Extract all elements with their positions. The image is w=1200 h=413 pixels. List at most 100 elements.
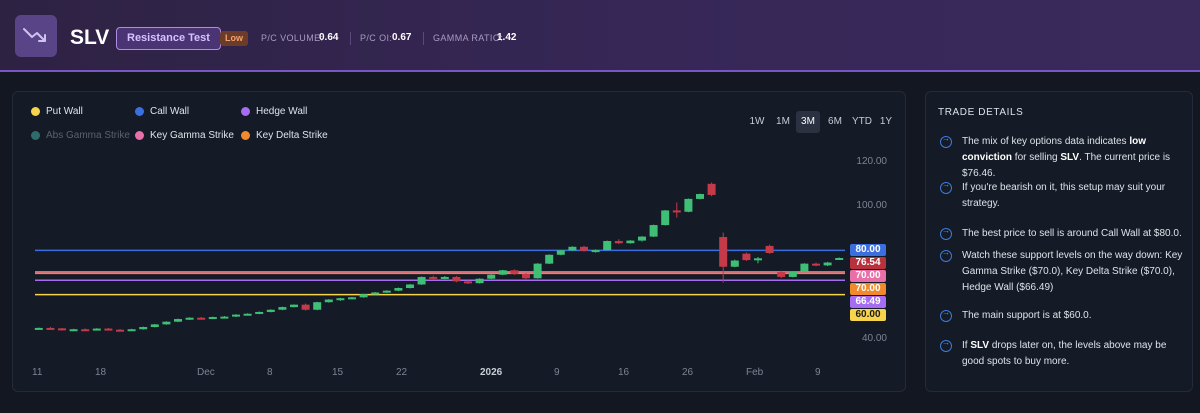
- ticker-symbol: SLV: [70, 26, 110, 49]
- candle: [197, 316, 206, 320]
- candle: [649, 224, 658, 238]
- trade-detail-text: Watch these support levels on the way do…: [962, 248, 1188, 296]
- timeframe-3m[interactable]: 3M: [796, 111, 820, 133]
- candle: [301, 303, 310, 311]
- detail-text: The best price to sell is around Call Wa…: [962, 228, 1182, 239]
- x-axis-label: 9: [554, 367, 560, 378]
- level-label-call-wall: 80.00: [850, 244, 886, 256]
- x-axis-label: 11: [32, 367, 43, 378]
- level-label-put-wall: 60.00: [850, 309, 886, 321]
- timeframe-1m[interactable]: 1M: [771, 111, 795, 133]
- candle: [69, 328, 78, 332]
- y-axis-label: 100.00: [856, 200, 887, 211]
- candle: [765, 244, 774, 254]
- candle: [788, 271, 797, 278]
- legend-abs-gamma-strike[interactable]: Abs Gamma Strike: [31, 130, 130, 141]
- candle: [417, 276, 426, 285]
- candle: [661, 209, 670, 226]
- timeframe-1y[interactable]: 1Y: [877, 111, 895, 133]
- detail-text: The mix of key options data indicates: [962, 136, 1130, 147]
- trade-detail-text: If you're bearish on it, this setup may …: [962, 180, 1188, 212]
- legend-key-gamma-strike[interactable]: Key Gamma Strike: [135, 130, 234, 141]
- level-label-hedge-wall: 66.49: [850, 296, 886, 308]
- detail-text: drops later on, the levels above may be …: [962, 340, 1167, 367]
- candle: [730, 259, 739, 268]
- candle: [382, 290, 391, 293]
- candle: [34, 327, 43, 330]
- candle: [290, 304, 298, 308]
- x-axis-label: 9: [815, 367, 821, 378]
- candle: [522, 272, 530, 280]
- candle: [58, 327, 66, 331]
- candle: [626, 240, 635, 244]
- trade-details-panel: TRADE DETAILS The mix of key options dat…: [925, 91, 1193, 392]
- legend-label: Key Gamma Strike: [150, 130, 234, 141]
- candle: [754, 256, 762, 264]
- ticker-header: SLV Resistance Test Low P/C VOLUME: 0.64…: [0, 0, 1200, 72]
- candle: [208, 316, 217, 320]
- legend-swatch: [31, 107, 40, 116]
- trade-detail-text: The mix of key options data indicates lo…: [962, 134, 1188, 182]
- legend-hedge-wall[interactable]: Hedge Wall: [241, 106, 307, 117]
- trade-detail-item: The best price to sell is around Call Wa…: [940, 226, 1188, 242]
- candle: [812, 262, 820, 267]
- candle: [707, 182, 716, 197]
- legend-label: Abs Gamma Strike: [46, 130, 130, 141]
- arrow-circle-icon: [940, 180, 952, 194]
- trade-detail-item: The main support is at $60.0.: [940, 308, 1188, 324]
- chart-panel: Put Wall Call Wall Hedge Wall Abs Gamma …: [12, 91, 906, 392]
- pc-oi-label: P/C OI:: [360, 33, 393, 43]
- candle: [371, 292, 380, 295]
- candle: [92, 328, 101, 331]
- trade-detail-text: The main support is at $60.0.: [962, 308, 1092, 324]
- trade-details-title: TRADE DETAILS: [938, 107, 1024, 118]
- candle: [638, 236, 646, 242]
- pc-volume-value: 0.64: [319, 32, 339, 43]
- candle: [185, 317, 194, 320]
- legend-put-wall[interactable]: Put Wall: [31, 106, 83, 117]
- trade-detail-text: If SLV drops later on, the levels above …: [962, 338, 1188, 370]
- legend-swatch: [241, 131, 250, 140]
- candle: [324, 299, 333, 303]
- candle: [348, 296, 356, 300]
- legend-swatch: [31, 131, 40, 140]
- timeframe-6m[interactable]: 6M: [823, 111, 847, 133]
- timeframe-1w[interactable]: 1W: [746, 111, 768, 133]
- candle: [243, 313, 252, 316]
- legend-swatch: [241, 107, 250, 116]
- level-label-current-price: 76.54: [850, 257, 886, 269]
- trade-detail-item: If you're bearish on it, this setup may …: [940, 180, 1188, 212]
- legend-key-delta-strike[interactable]: Key Delta Strike: [241, 130, 328, 141]
- candle: [568, 246, 577, 251]
- candle: [545, 254, 554, 265]
- pc-oi-value: 0.67: [392, 32, 412, 43]
- x-axis-label: 16: [618, 367, 630, 378]
- metric-divider: [423, 32, 424, 45]
- candle: [498, 269, 507, 276]
- x-axis-label: 2026: [480, 367, 503, 378]
- emphasis-text: SLV: [970, 340, 990, 351]
- candle: [255, 311, 264, 315]
- legend-label: Call Wall: [150, 106, 190, 117]
- level-label-key-gamma-strike: 70.00: [850, 270, 886, 282]
- metric-divider: [350, 32, 351, 45]
- x-axis-label: 22: [396, 367, 408, 378]
- detail-text: Watch these support levels on the way do…: [962, 250, 1183, 293]
- candle: [719, 232, 728, 283]
- candle: [487, 274, 496, 280]
- candle: [150, 323, 159, 328]
- legend-call-wall[interactable]: Call Wall: [135, 106, 189, 117]
- candle: [81, 328, 90, 332]
- candle: [162, 321, 171, 325]
- candle: [672, 202, 681, 218]
- candle: [475, 278, 484, 284]
- ticker-logo: [15, 15, 57, 57]
- candle: [440, 276, 449, 280]
- candle: [46, 327, 55, 330]
- candle: [278, 306, 287, 311]
- legend-label: Hedge Wall: [256, 106, 308, 117]
- timeframe-ytd[interactable]: YTD: [849, 111, 875, 133]
- arrow-circle-icon: [940, 248, 952, 262]
- candle: [406, 284, 414, 289]
- candle: [104, 327, 113, 331]
